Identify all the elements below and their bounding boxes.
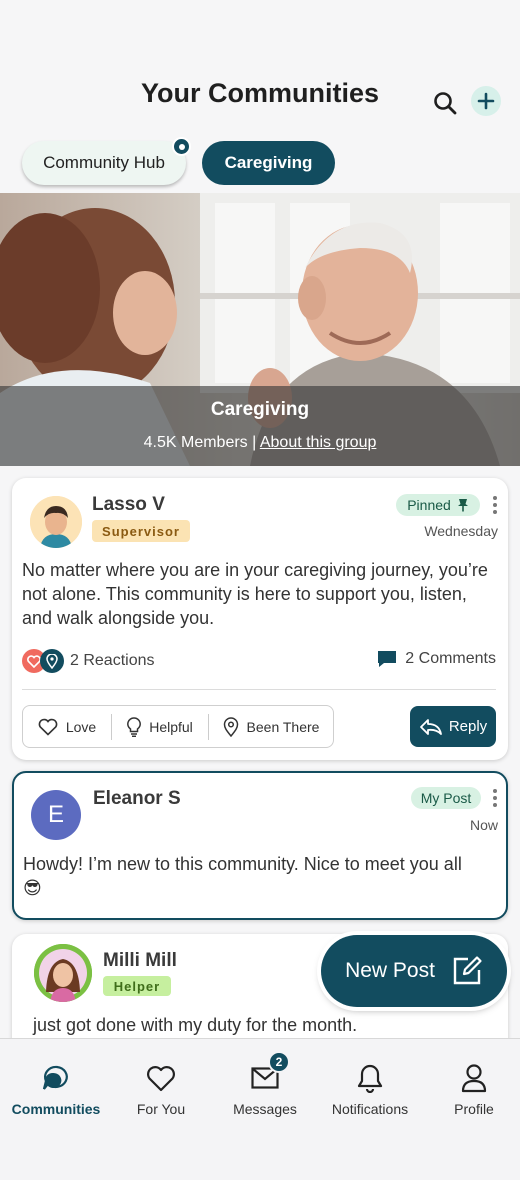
post-body: just got done with my duty for the month… xyxy=(33,1015,358,1035)
my-post-badge: My Post xyxy=(411,787,481,809)
comment-count: 2 Comments xyxy=(405,650,496,667)
pinned-badge: Pinned xyxy=(396,494,480,516)
tab-notifications[interactable]: Notifications xyxy=(318,1061,422,1117)
location-reaction-icon xyxy=(40,649,64,673)
community-banner: Caregiving 4.5K Members | About this gro… xyxy=(0,193,520,466)
post-card[interactable]: Lasso V Supervisor Pinned Wednesday No m… xyxy=(12,478,508,760)
envelope-icon: 2 xyxy=(248,1051,290,1095)
pin-icon xyxy=(457,499,468,512)
unread-dot-indicator xyxy=(172,137,191,156)
add-community-button[interactable] xyxy=(471,86,501,116)
tab-messages[interactable]: 2 Messages xyxy=(213,1051,317,1117)
helpful-label: Helpful xyxy=(149,718,193,735)
lightbulb-icon xyxy=(127,716,142,737)
been-there-button[interactable]: Been There xyxy=(209,705,333,748)
tab-label: Messages xyxy=(233,1101,297,1117)
role-badge: Supervisor xyxy=(92,520,190,542)
love-button[interactable]: Love xyxy=(23,705,111,748)
tab-label: Profile xyxy=(454,1101,494,1117)
tab-label: Notifications xyxy=(331,1101,409,1117)
heart-icon xyxy=(144,1061,178,1095)
pinned-label: Pinned xyxy=(407,497,451,513)
post-time: Wednesday xyxy=(424,523,498,539)
reaction-summary[interactable]: 2 Reactions xyxy=(22,648,155,674)
tab-label: Communities xyxy=(11,1101,101,1117)
plus-icon xyxy=(477,92,495,110)
bottom-tab-bar: Communities For You 2 Messages Notificat… xyxy=(0,1038,520,1180)
tab-community-hub[interactable]: Community Hub xyxy=(22,141,186,185)
location-pin-icon xyxy=(223,716,238,737)
avatar[interactable] xyxy=(34,944,92,1002)
community-name: Caregiving xyxy=(210,399,310,420)
search-icon[interactable] xyxy=(430,88,460,118)
love-label: Love xyxy=(65,718,97,735)
meta-separator: | xyxy=(252,434,257,451)
helpful-button[interactable]: Helpful xyxy=(112,705,208,748)
author-name[interactable]: Milli Mill xyxy=(103,950,177,972)
user-icon xyxy=(457,1061,491,1095)
author-name[interactable]: Lasso V xyxy=(92,494,165,516)
user-avatar-illustration xyxy=(30,496,82,548)
post-body: Howdy! I’m new to this community. Nice t… xyxy=(23,854,462,898)
comment-icon xyxy=(378,651,397,667)
tab-communities[interactable]: Communities xyxy=(4,1061,108,1117)
new-post-button[interactable]: New Post xyxy=(321,935,507,1007)
tab-for-you[interactable]: For You xyxy=(109,1061,213,1117)
author-name[interactable]: Eleanor S xyxy=(93,788,181,810)
compose-icon xyxy=(453,956,482,985)
banner-overlay xyxy=(0,386,520,466)
bell-icon xyxy=(353,1061,387,1095)
messages-badge: 2 xyxy=(268,1051,290,1073)
about-group-link[interactable]: About this group xyxy=(260,434,377,451)
reply-arrow-icon xyxy=(419,718,442,735)
divider xyxy=(22,689,496,690)
been-there-label: Been There xyxy=(246,718,320,735)
post-time: Now xyxy=(469,817,498,833)
more-options-icon[interactable] xyxy=(492,789,498,807)
post-body: No matter where you are in your caregivi… xyxy=(22,560,488,628)
user-avatar-illustration xyxy=(34,944,92,1002)
reaction-count: 2 Reactions xyxy=(70,652,155,669)
more-options-icon[interactable] xyxy=(492,496,498,514)
role-badge: Helper xyxy=(103,976,171,996)
header: Your Communities xyxy=(0,0,520,140)
avatar[interactable]: E xyxy=(31,790,81,840)
post-card-own[interactable]: E Eleanor S My Post Now Howdy! I’m new t… xyxy=(12,771,508,920)
reaction-actions: Love Helpful Been There xyxy=(22,705,334,748)
tab-label: For You xyxy=(136,1101,186,1117)
heart-icon xyxy=(38,718,58,736)
reply-label: Reply xyxy=(448,718,488,735)
tab-profile[interactable]: Profile xyxy=(422,1061,520,1117)
new-post-label: New Post xyxy=(345,959,435,982)
avatar[interactable] xyxy=(30,496,82,548)
community-meta: 4.5K Members | About this group xyxy=(0,434,520,452)
member-count: 4.5K Members xyxy=(143,434,248,451)
comment-summary[interactable]: 2 Comments xyxy=(377,650,496,668)
chat-bubbles-icon xyxy=(39,1061,73,1095)
tab-caregiving[interactable]: Caregiving xyxy=(202,141,335,185)
reply-button[interactable]: Reply xyxy=(410,706,496,747)
